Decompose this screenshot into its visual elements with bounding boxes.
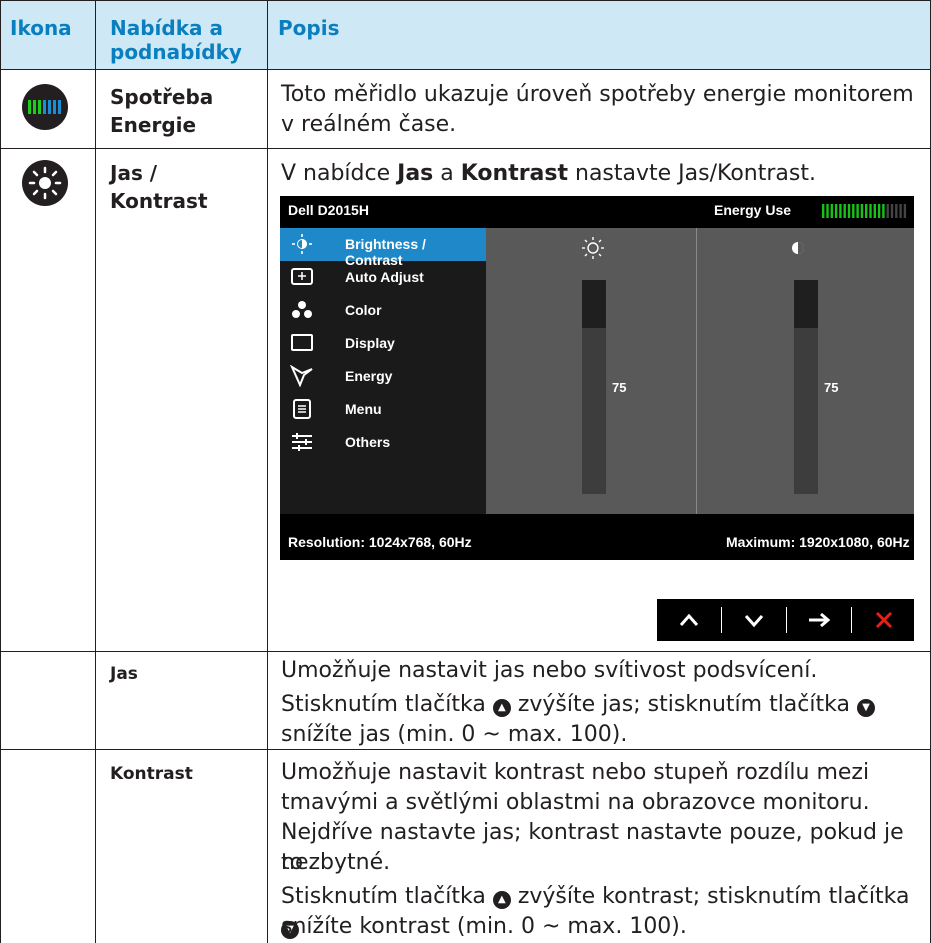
- display-icon: [290, 332, 314, 354]
- osd-navigation-bar: [657, 599, 914, 641]
- close-icon: [875, 611, 893, 629]
- brightness-desc: V nabídce Jas a Kontrast nastavte Jas/Ko…: [281, 161, 816, 186]
- down-button[interactable]: [722, 599, 786, 641]
- osd-menu-label: Color: [345, 302, 382, 318]
- osd-adjust-panel: [486, 228, 914, 514]
- osd-menu-item-display[interactable]: Display: [280, 327, 486, 360]
- energy-meter-bar: [826, 204, 829, 218]
- osd-menu-label: Others: [345, 434, 391, 450]
- contrast-icon: [791, 241, 805, 260]
- menu-energy-line1: Spotřeba: [110, 85, 214, 109]
- osd-energy-meter: [822, 204, 907, 218]
- energy-desc-line1: Toto měřidlo ukazuje úroveň spotřeby ene…: [281, 82, 914, 107]
- energy-meter-bar: [834, 204, 838, 218]
- menu-table: Ikona Nabídka a podnabídky Popis Spotřeb…: [0, 0, 931, 943]
- osd-resolution: Resolution: 1024x768, 60Hz: [288, 534, 472, 550]
- energy-meter-bar: [830, 204, 833, 218]
- energy-meter-bar: [865, 204, 868, 218]
- brightness-sun-icon: [22, 160, 68, 206]
- osd-screen: Dell D2015H Energy Use Brightness / Cont…: [280, 196, 914, 560]
- energy-meter-bar: [843, 204, 846, 218]
- osd-menu-label: Energy: [345, 368, 393, 384]
- menu-energy-line2: Energie: [110, 113, 197, 137]
- energy-meter-icon: [22, 84, 68, 130]
- menu-brightness-line2: Kontrast: [110, 189, 208, 213]
- energy-meter-bar: [856, 204, 859, 218]
- energy-meter-bar: [822, 204, 825, 218]
- energy-leaf-icon: [289, 364, 314, 388]
- jas-desc-line2: Stisknutím tlačítka ▲ zvýšíte jas; stisk…: [281, 690, 875, 720]
- osd-menu-item-auto-adjust[interactable]: Auto Adjust: [280, 261, 486, 294]
- up-bullet-icon: ▲: [492, 891, 511, 909]
- header-menu: Nabídka a podnabídky: [110, 16, 242, 64]
- brightness-icon: [290, 233, 314, 255]
- energy-meter-bar: [877, 204, 881, 218]
- energy-meter-bar: [903, 204, 907, 218]
- osd-menu-label: Display: [345, 335, 395, 351]
- submenu-jas: Jas: [110, 664, 138, 684]
- osd-model-name: Dell D2015H: [288, 202, 369, 218]
- chevron-up-icon: [679, 613, 699, 626]
- osd-titlebar: [280, 196, 914, 228]
- osd-menu-item-menu[interactable]: Menu: [280, 393, 486, 426]
- energy-meter-bar: [869, 204, 872, 218]
- osd-menu-item-others[interactable]: Others: [280, 426, 486, 459]
- kontrast-desc-line2: tmavými a světlými oblastmi na obrazovce…: [281, 790, 870, 815]
- jas-desc-line1: Umožňuje nastavit jas nebo svítivost pod…: [281, 658, 818, 683]
- osd-maximum: Maximum: 1920x1080, 60Hz: [726, 534, 910, 550]
- energy-meter-bar: [899, 204, 902, 218]
- header-description: Popis: [278, 16, 340, 40]
- brightness-slider-handle[interactable]: [582, 280, 606, 328]
- energy-meter-bar: [839, 204, 842, 218]
- osd-menu-label: Menu: [345, 401, 382, 417]
- osd-menu-item-energy[interactable]: Energy: [280, 360, 486, 393]
- up-button[interactable]: [657, 599, 721, 641]
- contrast-value: 75: [824, 380, 839, 395]
- osd-panel-divider: [696, 228, 697, 514]
- osd-menu-item-brightness-contrast[interactable]: Brightness / Contrast: [280, 228, 486, 268]
- energy-meter-bar: [895, 204, 898, 218]
- kontrast-desc-line6: snížíte kontrast (min. 0 ~ max. 100).: [281, 914, 687, 939]
- energy-meter-bar: [882, 204, 885, 218]
- brightness-value: 75: [612, 380, 627, 395]
- down-bullet-icon: ▼: [856, 699, 875, 717]
- contrast-slider[interactable]: [794, 280, 818, 494]
- osd-energy-label: Energy Use: [714, 202, 792, 218]
- exit-button[interactable]: [852, 599, 916, 641]
- osd-menu-item-color[interactable]: Color: [280, 294, 486, 327]
- brightness-slider[interactable]: [582, 280, 606, 494]
- contrast-slider-handle[interactable]: [794, 280, 818, 328]
- submenu-kontrast: Kontrast: [110, 764, 193, 784]
- jas-desc-line3: snížíte jas (min. 0 ~ max. 100).: [281, 722, 628, 747]
- menu-brightness-line1: Jas /: [110, 161, 158, 185]
- enter-button[interactable]: [787, 599, 851, 641]
- arrow-right-icon: [809, 612, 831, 628]
- energy-meter-bar: [890, 204, 894, 218]
- energy-meter-bar: [847, 204, 851, 218]
- others-icon: [290, 431, 314, 453]
- color-icon: [290, 299, 314, 321]
- kontrast-desc-line4: nezbytné.: [281, 850, 391, 875]
- brightness-sun-outline-icon: [581, 236, 605, 265]
- energy-meter-bar: [860, 204, 864, 218]
- osd-menu-label: Auto Adjust: [345, 269, 424, 285]
- energy-desc-line2: v reálném čase.: [281, 112, 457, 137]
- energy-meter-bar: [852, 204, 855, 218]
- auto-adjust-icon: [290, 266, 314, 288]
- energy-meter-bar: [873, 204, 876, 218]
- energy-meter-bar: [886, 204, 889, 218]
- chevron-down-icon: [744, 615, 764, 628]
- kontrast-desc-line1: Umožňuje nastavit kontrast nebo stupeň r…: [281, 760, 870, 785]
- header-icon: Ikona: [10, 16, 72, 40]
- menu-icon: [290, 398, 314, 420]
- up-bullet-icon: ▲: [492, 699, 511, 717]
- osd-menu: Brightness / Contrast Auto Adjust Color …: [280, 228, 486, 514]
